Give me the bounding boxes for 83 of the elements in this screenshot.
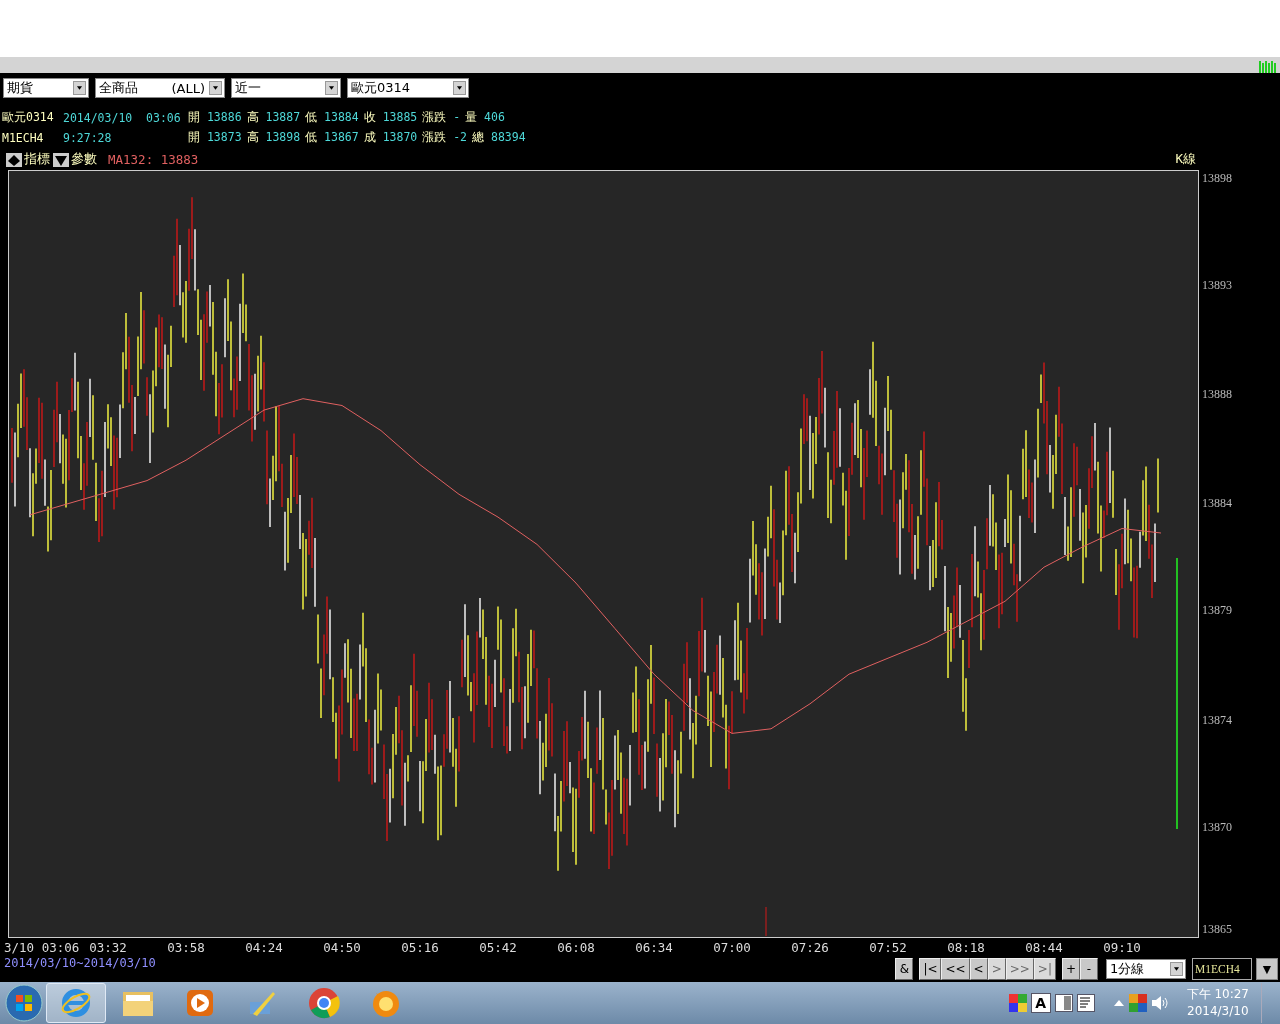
up-triangle-icon	[6, 152, 22, 167]
x-axis-label: 03:58	[167, 939, 205, 955]
field-label: 開	[188, 110, 200, 125]
x-axis-label: 07:00	[713, 939, 751, 955]
down-triangle-icon	[53, 152, 69, 167]
field-label: 成	[363, 130, 376, 145]
field-value: 13884	[324, 110, 359, 125]
arrow-up-icon[interactable]	[1112, 998, 1125, 1008]
field-value: 88394	[491, 130, 526, 145]
y-axis-label: 13898	[1202, 170, 1232, 185]
nav-button[interactable]: +	[1061, 958, 1080, 981]
nav-button[interactable]: |<	[919, 958, 942, 981]
dropdown[interactable]: 期貨	[3, 78, 89, 98]
field-label: 漲跌	[422, 110, 447, 125]
x-axis-label: 05:16	[401, 939, 439, 955]
field-value: -2	[453, 130, 468, 145]
indicator-toggle[interactable]: 參數	[53, 151, 97, 169]
x-axis-label: 04:50	[323, 939, 361, 955]
y-axis-label: 13888	[1202, 386, 1232, 401]
field-label: 漲跌	[422, 130, 447, 145]
field-label: 高	[246, 130, 259, 145]
field-label: 低	[305, 130, 318, 145]
start-orb-icon[interactable]	[4, 983, 44, 1023]
field-value: 13885	[382, 110, 418, 125]
x-axis-label: 06:34	[635, 939, 673, 955]
symbol-field[interactable]: M1ECH4	[1192, 958, 1252, 981]
interval-dropdown[interactable]: 1分線	[1106, 959, 1186, 980]
x-axis-label: 07:26	[791, 939, 829, 955]
field-value: 13887	[265, 110, 301, 125]
nav-button[interactable]: &	[895, 958, 914, 981]
y-axis-label: 13874	[1202, 712, 1232, 727]
field-label: 高	[246, 110, 259, 125]
ma-label: MA132: 13883	[108, 152, 200, 168]
field-value: 406	[484, 110, 505, 125]
nav-button[interactable]: <<	[941, 958, 970, 981]
dropdown[interactable]: 全商品 (ALL)	[95, 78, 225, 98]
field-label: 總	[472, 130, 485, 145]
field-value: 13870	[382, 130, 418, 145]
field-value: 13873	[206, 130, 242, 145]
date-range: 2014/03/10~2014/03/10	[4, 956, 157, 971]
media-player-icon[interactable]	[186, 989, 214, 1017]
dropdown[interactable]: 歐元0314	[347, 78, 469, 98]
y-axis-label: 13865	[1202, 922, 1232, 936]
quote-time: 2014/03/10 03:06	[63, 110, 182, 125]
field-value: -	[453, 110, 461, 125]
symbol-name: 歐元0314	[2, 110, 55, 126]
y-axis-label: 13870	[1202, 819, 1232, 834]
menu-button[interactable]: ▼	[1256, 958, 1278, 981]
y-axis-label: 13884	[1202, 496, 1232, 511]
language-icon[interactable]	[1008, 994, 1027, 1012]
chart-type-label: K線	[1175, 151, 1196, 169]
field-label: 低	[305, 110, 318, 125]
folder-icon[interactable]	[122, 989, 154, 1017]
x-axis-label: 03:32	[89, 939, 127, 955]
antivirus-icon[interactable]	[1128, 994, 1147, 1012]
y-axis-label: 13893	[1202, 277, 1232, 292]
x-axis-label: 06:08	[557, 939, 595, 955]
quote-time: 9:27:28	[63, 130, 113, 145]
x-axis-label: 3/10 03:06	[4, 939, 80, 955]
field-value: 13867	[324, 130, 359, 145]
dropdown[interactable]: 近一	[231, 78, 341, 98]
field-value: 13886	[206, 110, 242, 125]
ime-mode[interactable]: A	[1030, 993, 1051, 1013]
x-axis-label: 04:24	[245, 939, 283, 955]
x-axis-label: 08:18	[947, 939, 985, 955]
indicator-toggle[interactable]: 指標	[6, 151, 50, 169]
field-label: 量	[465, 110, 478, 125]
x-axis-label: 05:42	[479, 939, 517, 955]
symbol-name: M1ECH4	[2, 130, 45, 145]
signal-bars-icon	[1258, 61, 1278, 73]
field-label: 開	[188, 130, 200, 145]
half-width-icon[interactable]	[1054, 994, 1073, 1012]
chrome-icon[interactable]	[308, 987, 340, 1019]
browser-e-icon[interactable]	[60, 987, 92, 1019]
field-label: 收	[363, 110, 376, 125]
y-axis-label: 13879	[1202, 603, 1232, 618]
nav-button[interactable]: -	[1080, 958, 1098, 981]
x-axis-label: 09:10	[1103, 939, 1141, 955]
keyboard-pad-icon[interactable]	[1076, 994, 1095, 1012]
speaker-icon[interactable]	[1150, 995, 1169, 1011]
x-axis-label: 07:52	[869, 939, 907, 955]
x-axis-label: 08:44	[1025, 939, 1063, 955]
field-value: 13898	[265, 130, 301, 145]
